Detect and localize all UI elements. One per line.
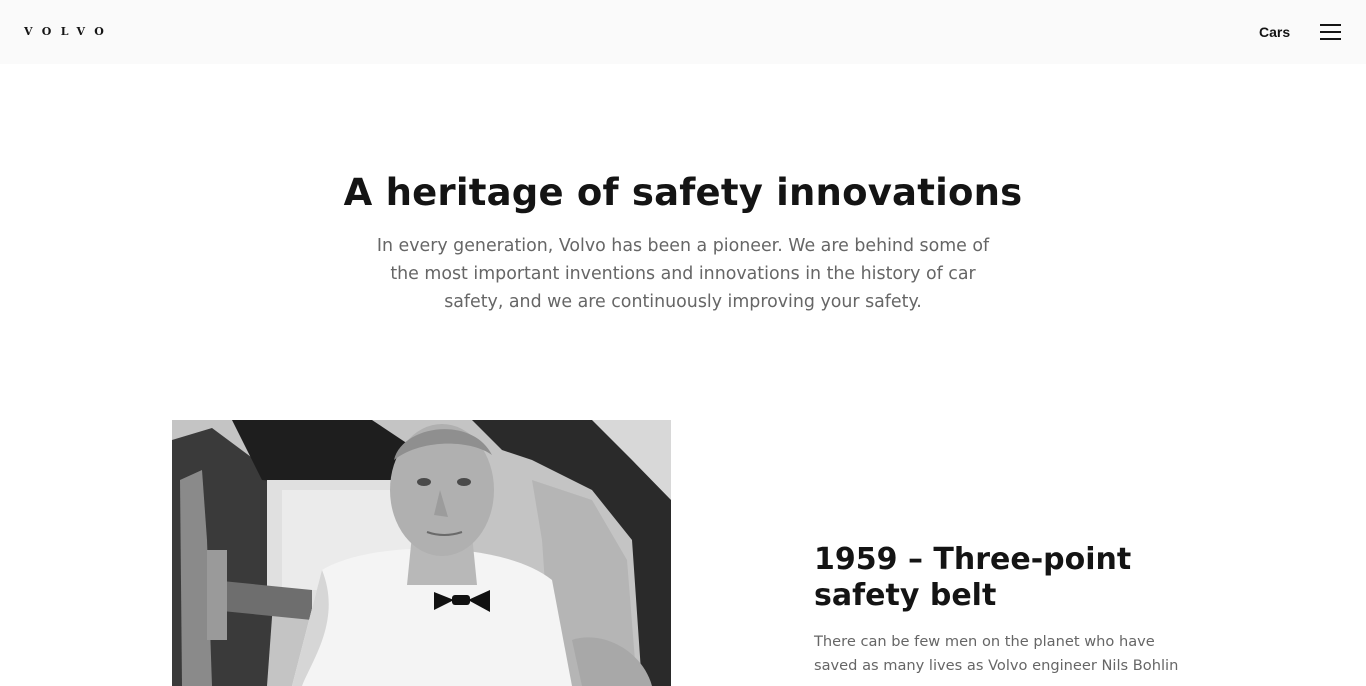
menu-line — [1320, 31, 1341, 33]
menu-line — [1320, 24, 1341, 26]
nav-link-cars[interactable]: Cars — [1259, 23, 1290, 41]
volvo-logo[interactable]: VOLVO — [24, 25, 113, 39]
feature-description: There can be few men on the planet who h… — [814, 633, 1179, 686]
page-title: A heritage of safety innovations — [343, 171, 1023, 214]
menu-line — [1320, 38, 1341, 40]
hero-intro-text: In every generation, Volvo has been a pi… — [376, 236, 990, 312]
feature-title: 1959 – Three-point safety belt — [814, 542, 1132, 613]
nils-bohlin-photo — [172, 420, 671, 686]
top-navigation-bar: VOLVO Cars — [0, 0, 1366, 64]
hamburger-menu-icon[interactable] — [1320, 23, 1342, 40]
